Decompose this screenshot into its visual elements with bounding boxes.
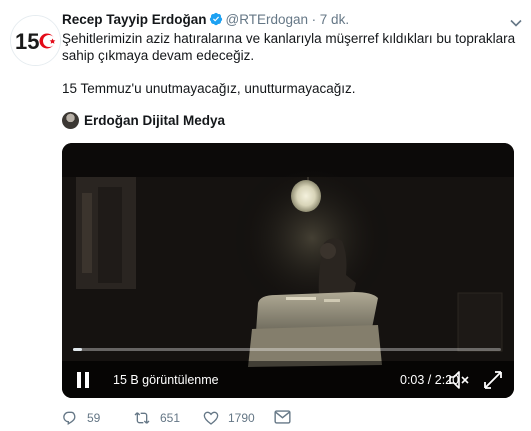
- reply-icon: [63, 411, 76, 426]
- view-count: 15 B görüntülenme: [113, 373, 219, 387]
- separator: ·: [311, 12, 317, 27]
- tweet-text-line1: Şehitlerimizin aziz hatıralarına ve kanl…: [62, 31, 516, 63]
- tweet-header: Recep Tayyip Erdoğan @RTErdogan · 7 dk.: [62, 12, 349, 29]
- source-avatar[interactable]: [62, 111, 79, 129]
- fullscreen-icon[interactable]: [482, 369, 504, 396]
- tweet[interactable]: 15 Recep Tayyip Erdoğan @RTErdogan · 7 dk…: [0, 0, 531, 431]
- video-frame: [62, 143, 514, 398]
- source-name[interactable]: Erdoğan Dijital Medya: [84, 113, 225, 128]
- display-name[interactable]: Recep Tayyip Erdoğan: [62, 12, 207, 27]
- progress-bar[interactable]: [73, 348, 501, 351]
- handle[interactable]: @RTErdogan: [226, 12, 309, 27]
- progress-fill: [73, 348, 82, 351]
- retweet-count: 651: [160, 411, 181, 425]
- direct-message-icon: [274, 410, 291, 424]
- timestamp[interactable]: 7 dk.: [320, 12, 349, 27]
- like-button[interactable]: 1790: [203, 410, 255, 426]
- video-player[interactable]: 15 B görüntülenme 0:03 / 2:20: [62, 143, 514, 398]
- verified-badge-icon: [209, 12, 223, 29]
- like-count: 1790: [228, 411, 255, 425]
- retweet-icon: [134, 412, 150, 424]
- direct-message-button[interactable]: [274, 410, 300, 424]
- like-icon: [203, 411, 219, 425]
- reply-count: 59: [87, 411, 101, 425]
- retweet-button[interactable]: 651: [133, 410, 180, 426]
- volume-icon[interactable]: [448, 369, 470, 396]
- tweet-text-line2: 15 Temmuz'u unutmayacağız, unutturmayaca…: [62, 81, 356, 96]
- reply-button[interactable]: 59: [62, 410, 100, 426]
- pause-icon[interactable]: [76, 371, 90, 394]
- svg-text:15: 15: [15, 29, 39, 54]
- avatar[interactable]: 15: [10, 15, 61, 66]
- tweet-text: Şehitlerimizin aziz hatıralarına ve kanl…: [62, 30, 517, 97]
- media-source[interactable]: Erdoğan Dijital Medya: [62, 110, 225, 130]
